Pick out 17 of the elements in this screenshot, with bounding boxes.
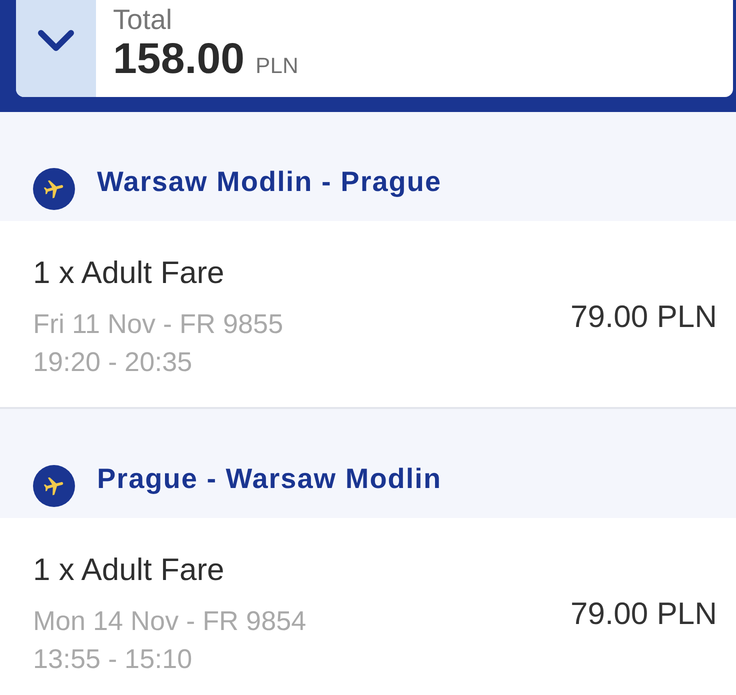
fare-label: 1 x Adult Fare [33,254,226,292]
airplane-icon [33,464,75,506]
flight-date: Fri 11 Nov - FR 9855 [33,308,284,341]
currency-label: PLN [256,52,298,80]
expand-button[interactable] [16,0,96,97]
total-label: Total [113,4,174,36]
flight-times: 13:55 - 15:10 [33,643,194,676]
flight-times: 19:20 - 20:35 [33,346,194,379]
route-title: Warsaw Modlin - Prague [97,166,442,198]
route-title: Prague - Warsaw Modlin [97,462,442,494]
fare-price: 79.00 PLN [570,595,717,633]
total-amount: 158.00 [113,37,245,81]
fare-price: 79.00 PLN [570,298,717,336]
fare-label: 1 x Adult Fare [33,551,226,589]
chevron-down-icon [37,29,75,53]
airplane-icon [33,168,75,210]
flight-date: Mon 14 Nov - FR 9854 [33,605,306,638]
